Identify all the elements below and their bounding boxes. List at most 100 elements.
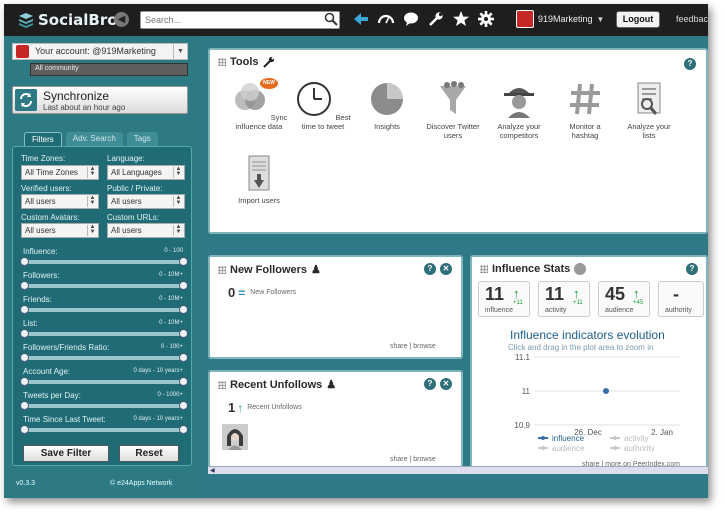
synchronize-button[interactable]: Synchronize Last about an hour ago [12,86,188,114]
recent-unfollows-header: Recent Unfollows ♟ [218,378,336,391]
time-zones-select[interactable]: All Time Zones ▲ ▼ [21,165,99,180]
slider-min-handle[interactable] [20,401,29,410]
feedback-link[interactable]: feedbac [676,14,708,24]
stat-audience: 45 ↑ +45 audience [598,281,650,317]
account-menu[interactable]: 919Marketing ▼ [516,10,604,28]
slider-max-handle[interactable] [179,401,188,410]
dashboard-icon[interactable] [377,10,395,28]
sidebar: Your account: @919Marketing ▼ All commun… [4,36,200,498]
top-nav-icons [352,10,495,28]
tool-discover-users[interactable]: Discover Twitter users [424,80,482,140]
share-link[interactable]: share [390,343,408,350]
slider-max-handle[interactable] [179,257,188,266]
account-select[interactable]: Your account: @919Marketing ▼ [12,43,188,60]
tweets-per-day-slider[interactable] [20,401,188,410]
range-label-followers: Followers: [23,271,60,280]
tool-analyze-lists[interactable]: Analyze your lists [620,80,678,140]
back-arrow-icon[interactable] [352,10,370,28]
followers-slider[interactable] [20,281,188,290]
speech-bubble-icon[interactable] [402,10,420,28]
slider-max-handle[interactable] [179,329,188,338]
help-icon[interactable]: ? [424,263,436,275]
public-select[interactable]: All users ▲ ▼ [107,194,185,209]
tool-monitor-hashtag[interactable]: Monitor a hashtag [556,80,614,140]
search-input[interactable] [140,11,340,29]
help-icon[interactable]: ? [686,263,698,275]
close-icon[interactable]: ✕ [440,378,452,390]
funnel-icon [440,81,466,114]
tab-filters[interactable]: Filters [24,132,62,146]
avatars-select[interactable]: All users ▲ ▼ [21,223,99,238]
list-slider[interactable] [20,329,188,338]
legend-marker [613,436,617,440]
influence-slider[interactable] [20,257,188,266]
slider-min-handle[interactable] [20,257,29,266]
app-logo[interactable]: SocialBro [18,10,118,30]
recent-unfollows-links: share | browse [390,456,436,463]
slider-min-handle[interactable] [20,425,29,434]
drag-handle-icon[interactable] [218,380,226,389]
slider-max-handle[interactable] [179,305,188,314]
drag-handle-icon[interactable] [218,265,226,274]
chevron-down-icon[interactable]: ▼ [173,44,187,59]
slider-max-handle[interactable] [179,377,188,386]
browse-link[interactable]: | browse [409,343,435,350]
browse-link[interactable]: | browse [409,456,435,463]
tool-insights[interactable]: Insights [358,80,416,131]
slider-max-handle[interactable] [179,353,188,362]
hashtag-icon [570,83,600,115]
slider-min-handle[interactable] [20,305,29,314]
version-label: v0.3.3 [16,480,36,487]
drag-handle-icon[interactable] [218,58,226,66]
star-icon[interactable] [452,10,470,28]
save-filter-button[interactable]: Save Filter [23,445,109,462]
help-icon[interactable]: ? [684,58,696,70]
urls-select[interactable]: All users ▲ ▼ [107,223,185,238]
avatars-label: Custom Avatars: [21,213,80,222]
network-link[interactable]: © e24Apps Network [110,480,172,487]
gear-icon[interactable] [477,10,495,28]
account-name: 919Marketing [538,14,593,24]
stat-value: - [673,284,679,304]
language-select[interactable]: All Languages ▲ ▼ [107,165,185,180]
share-link[interactable]: share [390,456,408,463]
slider-min-handle[interactable] [20,353,29,362]
top-bar: SocialBro ◀ 919Marketing ▼ Logout feedba… [4,4,708,36]
tab-adv-search[interactable]: Adv. Search [65,132,123,146]
logout-button[interactable]: Logout [616,11,660,28]
user-avatar[interactable] [222,424,248,450]
select-arrows-icon: ▲ ▼ [87,195,97,207]
account-avatar [516,10,534,28]
stat-label: activity [545,307,567,314]
slider-max-handle[interactable] [179,425,188,434]
horizontal-scrollbar[interactable]: ◀ [208,466,708,474]
legend-marker [541,436,545,440]
slider-min-handle[interactable] [20,377,29,386]
account-age-slider[interactable] [20,377,188,386]
close-icon[interactable]: ✕ [440,263,452,275]
reset-button[interactable]: Reset [119,445,179,462]
influence-chart[interactable]: 11.11110.926. Dec 2. Janinfluence activity… [476,351,706,451]
scroll-left-icon[interactable]: ◀ [210,467,215,474]
search-icon[interactable] [324,12,338,26]
tool-sync-influence[interactable]: NEW Sync influence data [230,78,288,131]
ratio-slider[interactable] [20,353,188,362]
tool-best-time[interactable]: Best time to tweet [294,80,352,131]
list-magnifier-icon [637,82,661,115]
community-selector[interactable]: All community [30,63,188,76]
range-value-last-tweet: 0 days - 10 years+ [133,416,183,422]
tab-tags[interactable]: Tags [126,132,158,146]
tool-analyze-competitors[interactable]: Analyze your competitors [490,80,548,140]
collapse-sidebar-icon[interactable]: ◀ [114,12,129,27]
slider-min-handle[interactable] [20,281,29,290]
equal-icon: = [238,285,246,300]
slider-min-handle[interactable] [20,329,29,338]
help-icon[interactable]: ? [424,378,436,390]
slider-max-handle[interactable] [179,281,188,290]
last-tweet-slider[interactable] [20,425,188,434]
friends-slider[interactable] [20,305,188,314]
wrench-icon[interactable] [427,10,445,28]
tool-import-users[interactable]: Import users [230,154,288,205]
verified-select[interactable]: All users ▲ ▼ [21,194,99,209]
drag-handle-icon[interactable] [480,265,488,273]
